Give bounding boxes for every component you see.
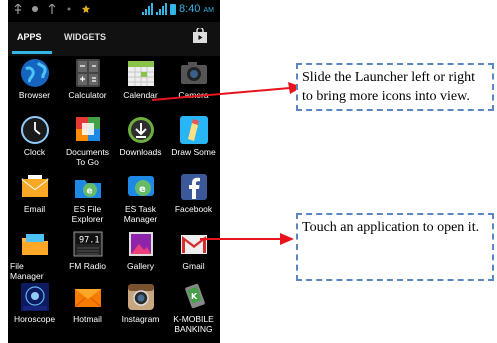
usb-icon xyxy=(14,4,22,14)
app-label: Draw Some xyxy=(171,147,216,157)
app-label: Clock xyxy=(23,147,46,157)
app-browser[interactable]: Browser xyxy=(8,58,61,101)
horoscope-icon xyxy=(20,283,49,311)
hotmail-icon xyxy=(74,289,101,308)
app-label: Browser xyxy=(18,90,51,100)
radio-icon: 97.1 xyxy=(73,231,102,257)
callout-slide-text: Slide the Launcher left or right to brin… xyxy=(302,70,475,104)
app-clock[interactable]: Clock xyxy=(8,115,61,158)
usb-icon xyxy=(48,4,56,14)
calculator-icon xyxy=(75,59,100,87)
star-icon xyxy=(82,5,90,13)
callout-touch-text: Touch an application to open it. xyxy=(302,220,480,235)
app-label: Hotmail xyxy=(73,314,102,324)
app-documents-to-go[interactable]: Documents To Go xyxy=(61,115,114,167)
app-fm-radio[interactable]: 97.1 FM Radio xyxy=(61,229,114,272)
app-label: File Manager xyxy=(10,261,44,281)
svg-text:97.1: 97.1 xyxy=(79,236,99,246)
app-label: Horoscope xyxy=(13,314,56,324)
signal-icon xyxy=(142,3,154,15)
phone-screen: 8:40 AM APPS WIDGETS Browser Calculator … xyxy=(8,0,220,343)
active-tab-indicator xyxy=(12,51,52,54)
app-label: Email xyxy=(23,204,46,214)
envelope-icon xyxy=(20,175,49,197)
app-label: Gmail xyxy=(182,261,205,271)
usb-debug-icon xyxy=(32,6,38,12)
app-label: Calculator xyxy=(68,90,107,100)
svg-text:e: e xyxy=(139,184,146,195)
app-instagram[interactable]: Instagram xyxy=(114,282,167,325)
app-horoscope[interactable]: Horoscope xyxy=(8,282,61,325)
callout-arrow-slide xyxy=(151,82,302,101)
clock-time: 8:40 AM xyxy=(179,3,214,15)
clock-icon xyxy=(20,116,49,144)
download-icon xyxy=(127,117,154,143)
app-gallery[interactable]: Gallery xyxy=(114,229,167,272)
documents-icon xyxy=(75,117,100,141)
app-label: FM Radio xyxy=(69,261,106,271)
app-es-file-explorer[interactable]: e ES File Explorer xyxy=(61,172,114,224)
app-email[interactable]: Email xyxy=(8,172,61,215)
tab-bar: APPS WIDGETS xyxy=(8,22,220,56)
callout-arrow-touch xyxy=(200,233,294,245)
app-k-mobile-banking[interactable]: K K-MOBILE BANKING xyxy=(167,282,220,334)
callout-slide: Slide the Launcher left or right to brin… xyxy=(296,63,494,111)
app-label: ES Task Manager xyxy=(123,204,158,224)
instagram-icon xyxy=(127,284,154,310)
callout-touch: Touch an application to open it. xyxy=(296,213,494,281)
gallery-icon xyxy=(128,232,153,256)
es-file-icon: e xyxy=(74,180,101,198)
app-label: Facebook xyxy=(174,204,213,214)
status-bar: 8:40 AM xyxy=(8,0,220,22)
app-label: Documents To Go xyxy=(66,147,109,167)
signal-icon xyxy=(156,3,168,15)
notification-dot-icon xyxy=(67,7,71,11)
battery-icon xyxy=(170,3,177,15)
es-task-icon: e xyxy=(127,176,154,196)
app-draw-some[interactable]: Draw Some xyxy=(167,115,220,158)
play-store-icon[interactable] xyxy=(192,28,208,44)
tab-widgets[interactable]: WIDGETS xyxy=(64,32,106,42)
app-calculator[interactable]: Calculator xyxy=(61,58,114,101)
tab-apps[interactable]: APPS xyxy=(17,32,42,42)
app-downloads[interactable]: Downloads xyxy=(114,115,167,158)
app-label: K-MOBILE BANKING xyxy=(173,314,214,334)
globe-icon xyxy=(20,59,49,87)
app-es-task-manager[interactable]: e ES Task Manager xyxy=(114,172,167,224)
app-label: ES File Explorer xyxy=(71,204,104,224)
svg-text:e: e xyxy=(86,187,92,197)
app-label: Downloads xyxy=(119,147,162,157)
kbank-icon: K xyxy=(184,283,205,309)
facebook-icon xyxy=(180,174,207,200)
app-label: Instagram xyxy=(121,314,160,324)
svg-text:K: K xyxy=(191,292,198,301)
app-label: Gallery xyxy=(127,261,154,271)
app-facebook[interactable]: Facebook xyxy=(167,172,220,215)
draw-icon xyxy=(179,116,208,144)
app-hotmail[interactable]: Hotmail xyxy=(61,282,114,325)
folder-icon xyxy=(21,234,48,255)
app-file-manager[interactable]: File Manager xyxy=(8,229,61,281)
